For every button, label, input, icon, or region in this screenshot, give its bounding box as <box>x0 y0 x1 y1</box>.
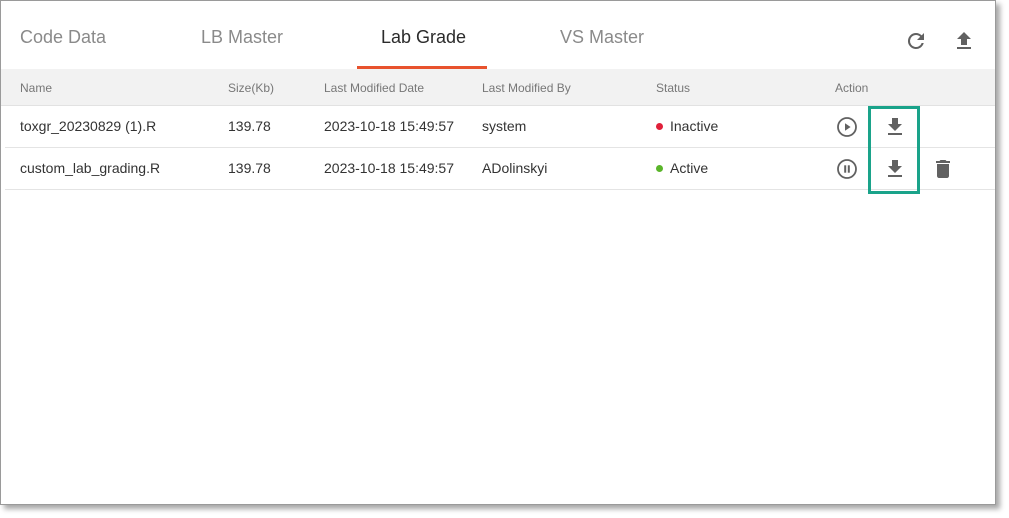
status-text: Inactive <box>670 118 719 134</box>
column-header-action: Action <box>835 81 869 95</box>
file-size: 139.78 <box>228 118 271 134</box>
status-dot <box>656 123 663 130</box>
modified-date: 2023-10-18 15:49:57 <box>324 160 454 176</box>
app-window: Code Data LB Master Lab Grade VS Master … <box>0 0 996 505</box>
upload-icon <box>957 32 971 49</box>
modified-date: 2023-10-18 15:49:57 <box>324 118 454 134</box>
tab-vs-master[interactable]: VS Master <box>560 27 644 48</box>
status-dot <box>656 165 663 172</box>
download-button[interactable] <box>883 115 907 139</box>
download-icon <box>888 118 902 135</box>
table-row: custom_lab_grading.R 139.78 2023-10-18 1… <box>5 148 995 190</box>
upload-button[interactable] <box>952 29 976 53</box>
download-button[interactable] <box>883 157 907 181</box>
tab-lab-grade[interactable]: Lab Grade <box>381 27 466 48</box>
tab-code-data[interactable]: Code Data <box>20 27 106 48</box>
file-name: toxgr_20230829 (1).R <box>20 118 157 134</box>
tab-bar: Code Data LB Master Lab Grade VS Master <box>1 1 995 69</box>
column-header-modified-by[interactable]: Last Modified By <box>482 81 571 95</box>
download-icon <box>888 160 902 177</box>
file-name: custom_lab_grading.R <box>20 160 161 176</box>
refresh-icon <box>907 32 924 49</box>
table-row: toxgr_20230829 (1).R 139.78 2023-10-18 1… <box>5 106 995 148</box>
column-header-modified-date[interactable]: Last Modified Date <box>324 81 424 95</box>
column-header-size[interactable]: Size(Kb) <box>228 81 274 95</box>
pause-icon <box>837 159 857 179</box>
status-text: Active <box>670 160 709 176</box>
play-icon <box>837 117 857 137</box>
refresh-button[interactable] <box>904 29 928 53</box>
column-header-status[interactable]: Status <box>656 81 690 95</box>
delete-button[interactable] <box>931 157 955 181</box>
column-header-name[interactable]: Name <box>20 81 52 95</box>
tab-lb-master[interactable]: LB Master <box>201 27 283 48</box>
modified-by: ADolinskyi <box>482 160 548 176</box>
play-button[interactable] <box>835 115 859 139</box>
table-header: Name Size(Kb) Last Modified Date Last Mo… <box>1 69 995 106</box>
delete-icon <box>936 160 950 178</box>
file-size: 139.78 <box>228 160 271 176</box>
modified-by: system <box>482 118 527 134</box>
pause-button[interactable] <box>835 157 859 181</box>
